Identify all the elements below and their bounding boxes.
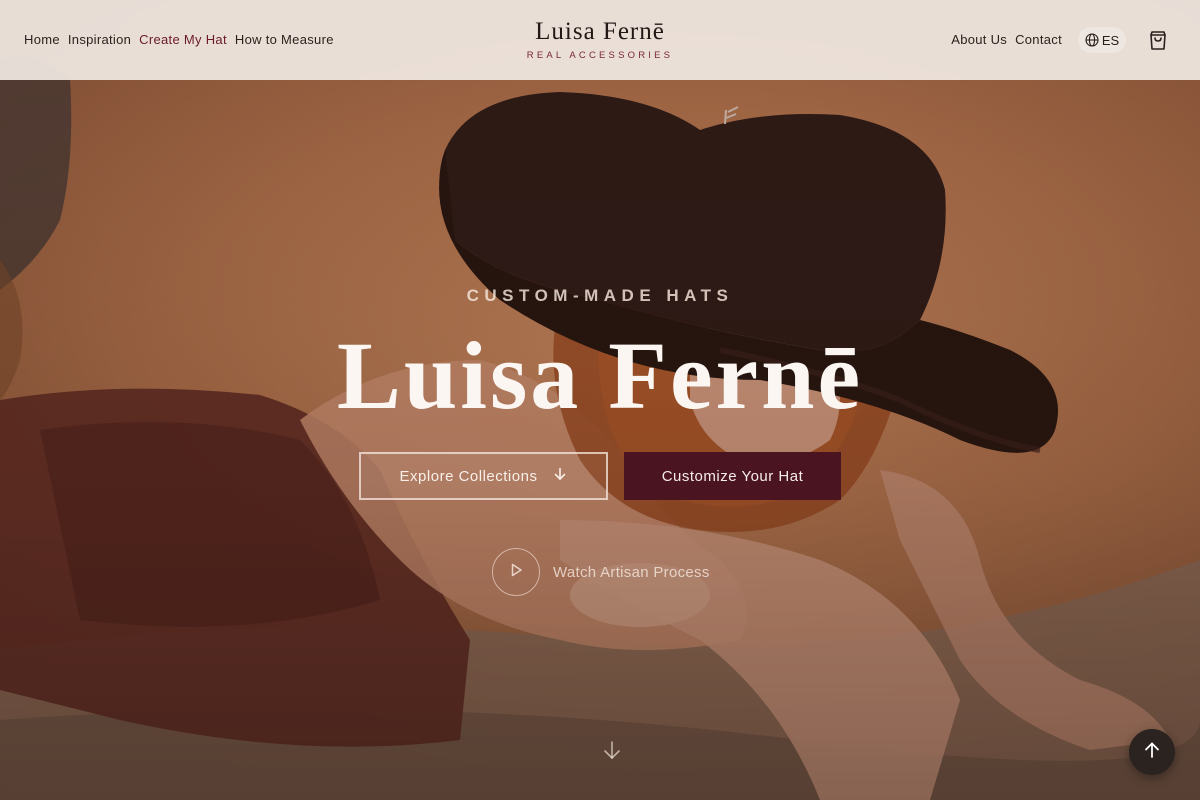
customize-your-hat-label: Customize Your Hat bbox=[661, 467, 804, 485]
play-button[interactable] bbox=[492, 548, 540, 596]
explore-collections-button[interactable]: Explore Collections bbox=[359, 452, 608, 500]
hero-title: Luisa Fernē bbox=[336, 322, 864, 429]
nav-link-create-my-hat[interactable]: Create My Hat bbox=[139, 32, 227, 47]
watch-artisan-process-label: Watch Artisan Process bbox=[553, 563, 710, 581]
customize-your-hat-button[interactable]: Customize Your Hat bbox=[624, 452, 841, 500]
secondary-nav: About Us Contact bbox=[951, 32, 1062, 47]
arrow-down-icon bbox=[553, 467, 567, 485]
nav-link-about-us[interactable]: About Us bbox=[951, 32, 1007, 47]
shopping-bag-icon[interactable] bbox=[1146, 28, 1170, 52]
nav-link-how-to-measure[interactable]: How to Measure bbox=[235, 32, 334, 47]
explore-collections-label: Explore Collections bbox=[399, 467, 538, 485]
arrow-up-icon bbox=[1143, 741, 1161, 764]
play-icon bbox=[509, 563, 523, 582]
globe-icon bbox=[1085, 33, 1099, 47]
back-to-top-button[interactable] bbox=[1129, 729, 1175, 775]
hero-eyebrow: CUSTOM-MADE HATS bbox=[466, 286, 734, 305]
scroll-down-icon[interactable] bbox=[601, 739, 623, 761]
primary-nav: Home Inspiration Create My Hat How to Me… bbox=[24, 32, 334, 47]
site-header: Home Inspiration Create My Hat How to Me… bbox=[0, 0, 1200, 80]
nav-link-home[interactable]: Home bbox=[24, 32, 60, 47]
nav-link-contact[interactable]: Contact bbox=[1015, 32, 1062, 47]
watch-artisan-process-link[interactable]: Watch Artisan Process bbox=[492, 548, 710, 596]
brand-tagline: REAL ACCESSORIES bbox=[526, 50, 674, 61]
language-switcher[interactable]: ES bbox=[1078, 27, 1126, 53]
nav-link-inspiration[interactable]: Inspiration bbox=[68, 32, 131, 47]
language-label: ES bbox=[1101, 32, 1120, 48]
brand-name[interactable]: Luisa Fernē bbox=[535, 18, 665, 46]
